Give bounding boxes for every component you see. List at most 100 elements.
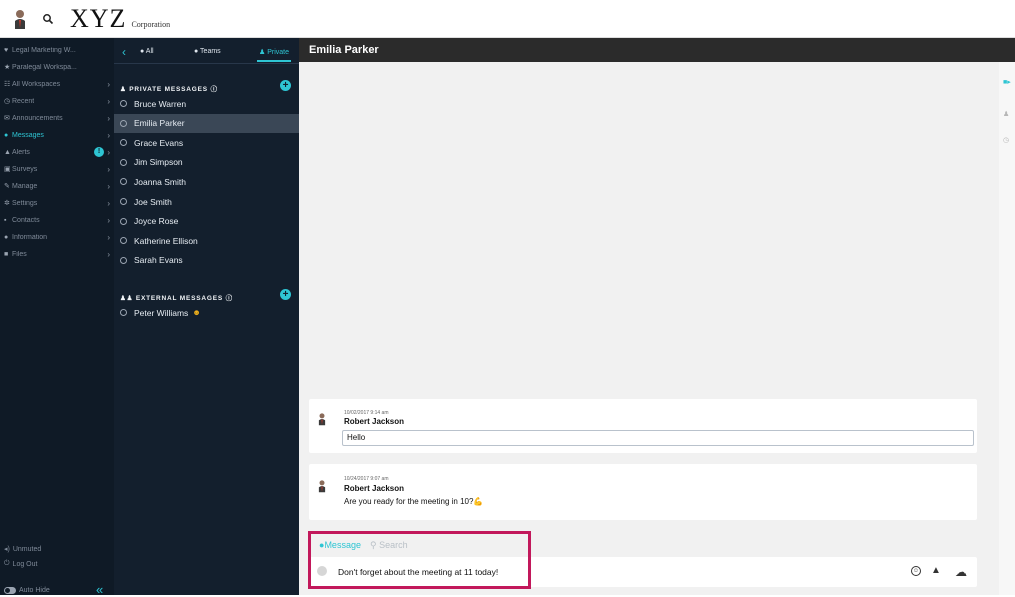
emoji-icon[interactable]: ☺ [911,566,921,576]
author-avatar [317,411,327,427]
chevron-right-icon: › [107,130,110,140]
contact-item[interactable]: Bruce Warren [114,94,299,113]
search-icon[interactable] [42,12,56,26]
chevron-right-icon: › [107,232,110,242]
sidebar-item-label: Recent [12,97,35,105]
status-dot-icon [120,237,127,245]
contact-item[interactable]: Peter Williams ☻ [114,303,299,322]
top-bar: XYZ Corporation [0,0,1015,38]
sidebar-item-alerts[interactable]: ▲ Alerts! › [4,146,110,158]
sidebar-item-label: Contacts [12,216,40,224]
chat-icon: ● [4,131,9,139]
message-author: Robert Jackson [344,417,405,426]
alert-icon[interactable]: ▲ [931,565,941,576]
sidebar-item-messages[interactable]: ● Messages › [4,129,110,141]
contact-name: Joanna Smith [134,176,186,187]
external-header-label: EXTERNAL MESSAGES [135,295,224,302]
video-icon[interactable]: ■▸ [1003,78,1011,86]
highlight-box [308,531,531,589]
contact-name: Grace Evans [134,137,184,148]
person-icon[interactable]: ♟ [1003,110,1009,118]
contact-item[interactable]: Joyce Rose [114,212,299,231]
sidebar-item-label: All Workspaces [12,80,61,88]
chevron-right-icon: › [107,96,110,106]
gear-icon: ✲ [4,200,10,207]
external-messages-header: ♟♟ EXTERNAL MESSAGES ⓘ [120,292,233,302]
contact-name: Sarah Evans [134,255,183,266]
sidebar-item-announcements[interactable]: ✉ Announcements › [4,112,110,124]
sidebar-item-label: Surveys [12,165,38,173]
sidebar-item-manage[interactable]: ✎ Manage › [4,180,110,192]
sidebar-item-contacts[interactable]: ▪ Contacts › [4,214,110,226]
upload-cloud-icon[interactable]: ☁ [955,565,967,579]
add-private-message-button[interactable]: + [280,80,291,91]
autohide-toggle[interactable]: Auto Hide [4,587,50,594]
sidebar-item-paralegal-workspa[interactable]: ★ Paralegal Workspa... [4,61,110,73]
folder-icon: ■ [4,250,9,258]
info-icon: ⓘ [223,295,233,302]
person-icon: ♟ [120,86,130,93]
user-avatar[interactable] [12,8,28,30]
add-external-message-button[interactable]: + [280,289,291,300]
contact-item[interactable]: Joe Smith [114,192,299,211]
message-author: Robert Jackson [344,484,405,493]
sidebar-item-label: Legal Marketing W... [12,46,76,54]
logout-label: Log Out [12,560,38,568]
message-card: 10/24/2017 9:07 am Robert Jackson Are yo… [309,464,977,520]
chevron-right-icon: › [107,164,110,174]
grid-icon: ☷ [4,81,11,88]
contact-name: Emilia Parker [134,118,185,129]
chevron-right-icon: › [107,215,110,225]
sidebar-item-label: Messages [12,131,44,139]
star-icon: ★ [4,64,11,71]
messages-panel: ‹ ● All ● Teams ♟ Private ♟ PRIVATE MESS… [114,38,299,595]
people-icon: ♟♟ [120,295,136,302]
company-logo[interactable]: XYZ Corporation [70,3,170,33]
sidebar-item-label: Alerts [12,148,30,156]
message-text[interactable]: Hello [342,430,974,446]
sidebar-item-label: Settings [12,199,38,207]
contact-item[interactable]: Sarah Evans [114,251,299,270]
contact-item[interactable]: Katherine Ellison [114,231,299,250]
contact-item[interactable]: Grace Evans [114,133,299,152]
chevron-right-icon: › [107,79,110,89]
sidebar-item-all-workspaces[interactable]: ☷ All Workspaces › [4,78,110,90]
logo-text: XYZ [70,3,127,33]
sidebar-item-label: Information [12,233,48,241]
status-dot-icon [120,158,127,166]
sidebar-item-recent[interactable]: ◷ Recent › [4,95,110,107]
survey-icon: ▣ [4,166,11,173]
status-dot-icon [120,309,127,316]
contact-item[interactable]: Jim Simpson [114,153,299,172]
tab-all[interactable]: ● All [140,48,154,55]
contact-item[interactable]: Joanna Smith [114,172,299,191]
unmuted-toggle[interactable]: ◂) Unmuted [4,545,42,554]
logout-button[interactable]: ⏻ Log Out [4,560,37,568]
contact-item[interactable]: Emilia Parker [114,113,299,133]
status-dot-icon [120,198,127,205]
chevron-right-icon: › [107,198,110,208]
sidebar-item-files[interactable]: ■ Files › [4,248,110,260]
status-dot-icon [120,217,127,225]
private-messages-header: ♟ PRIVATE MESSAGES ⓘ [120,83,218,93]
sidebar-item-label: Paralegal Workspa... [12,63,77,71]
author-avatar [317,478,327,494]
tab-private[interactable]: ♟ Private [256,48,292,62]
sidebar-item-settings[interactable]: ✲ Settings › [4,197,110,209]
contact-name: Jim Simpson [134,157,183,168]
history-icon[interactable]: ◷ [1003,136,1009,144]
conversation-title: Emilia Parker [299,38,1015,62]
tab-teams[interactable]: ● Teams [194,48,221,55]
status-dot-icon [120,178,127,186]
sidebar-item-surveys[interactable]: ▣ Surveys › [4,163,110,175]
sidebar-item-label: Announcements [12,114,63,122]
status-dot-icon [120,119,127,127]
chevron-right-icon: › [107,113,110,123]
alert-icon: ▲ [4,148,11,156]
sidebar-item-information[interactable]: ● Information › [4,231,110,243]
sidebar-item-legal-marketing-w[interactable]: ♥ Legal Marketing W... [4,44,110,56]
chevron-right-icon: › [107,249,110,259]
person-icon: ♟ [259,49,268,56]
back-arrow-icon[interactable]: ‹ [122,45,126,59]
unmuted-label: Unmuted [12,545,42,553]
